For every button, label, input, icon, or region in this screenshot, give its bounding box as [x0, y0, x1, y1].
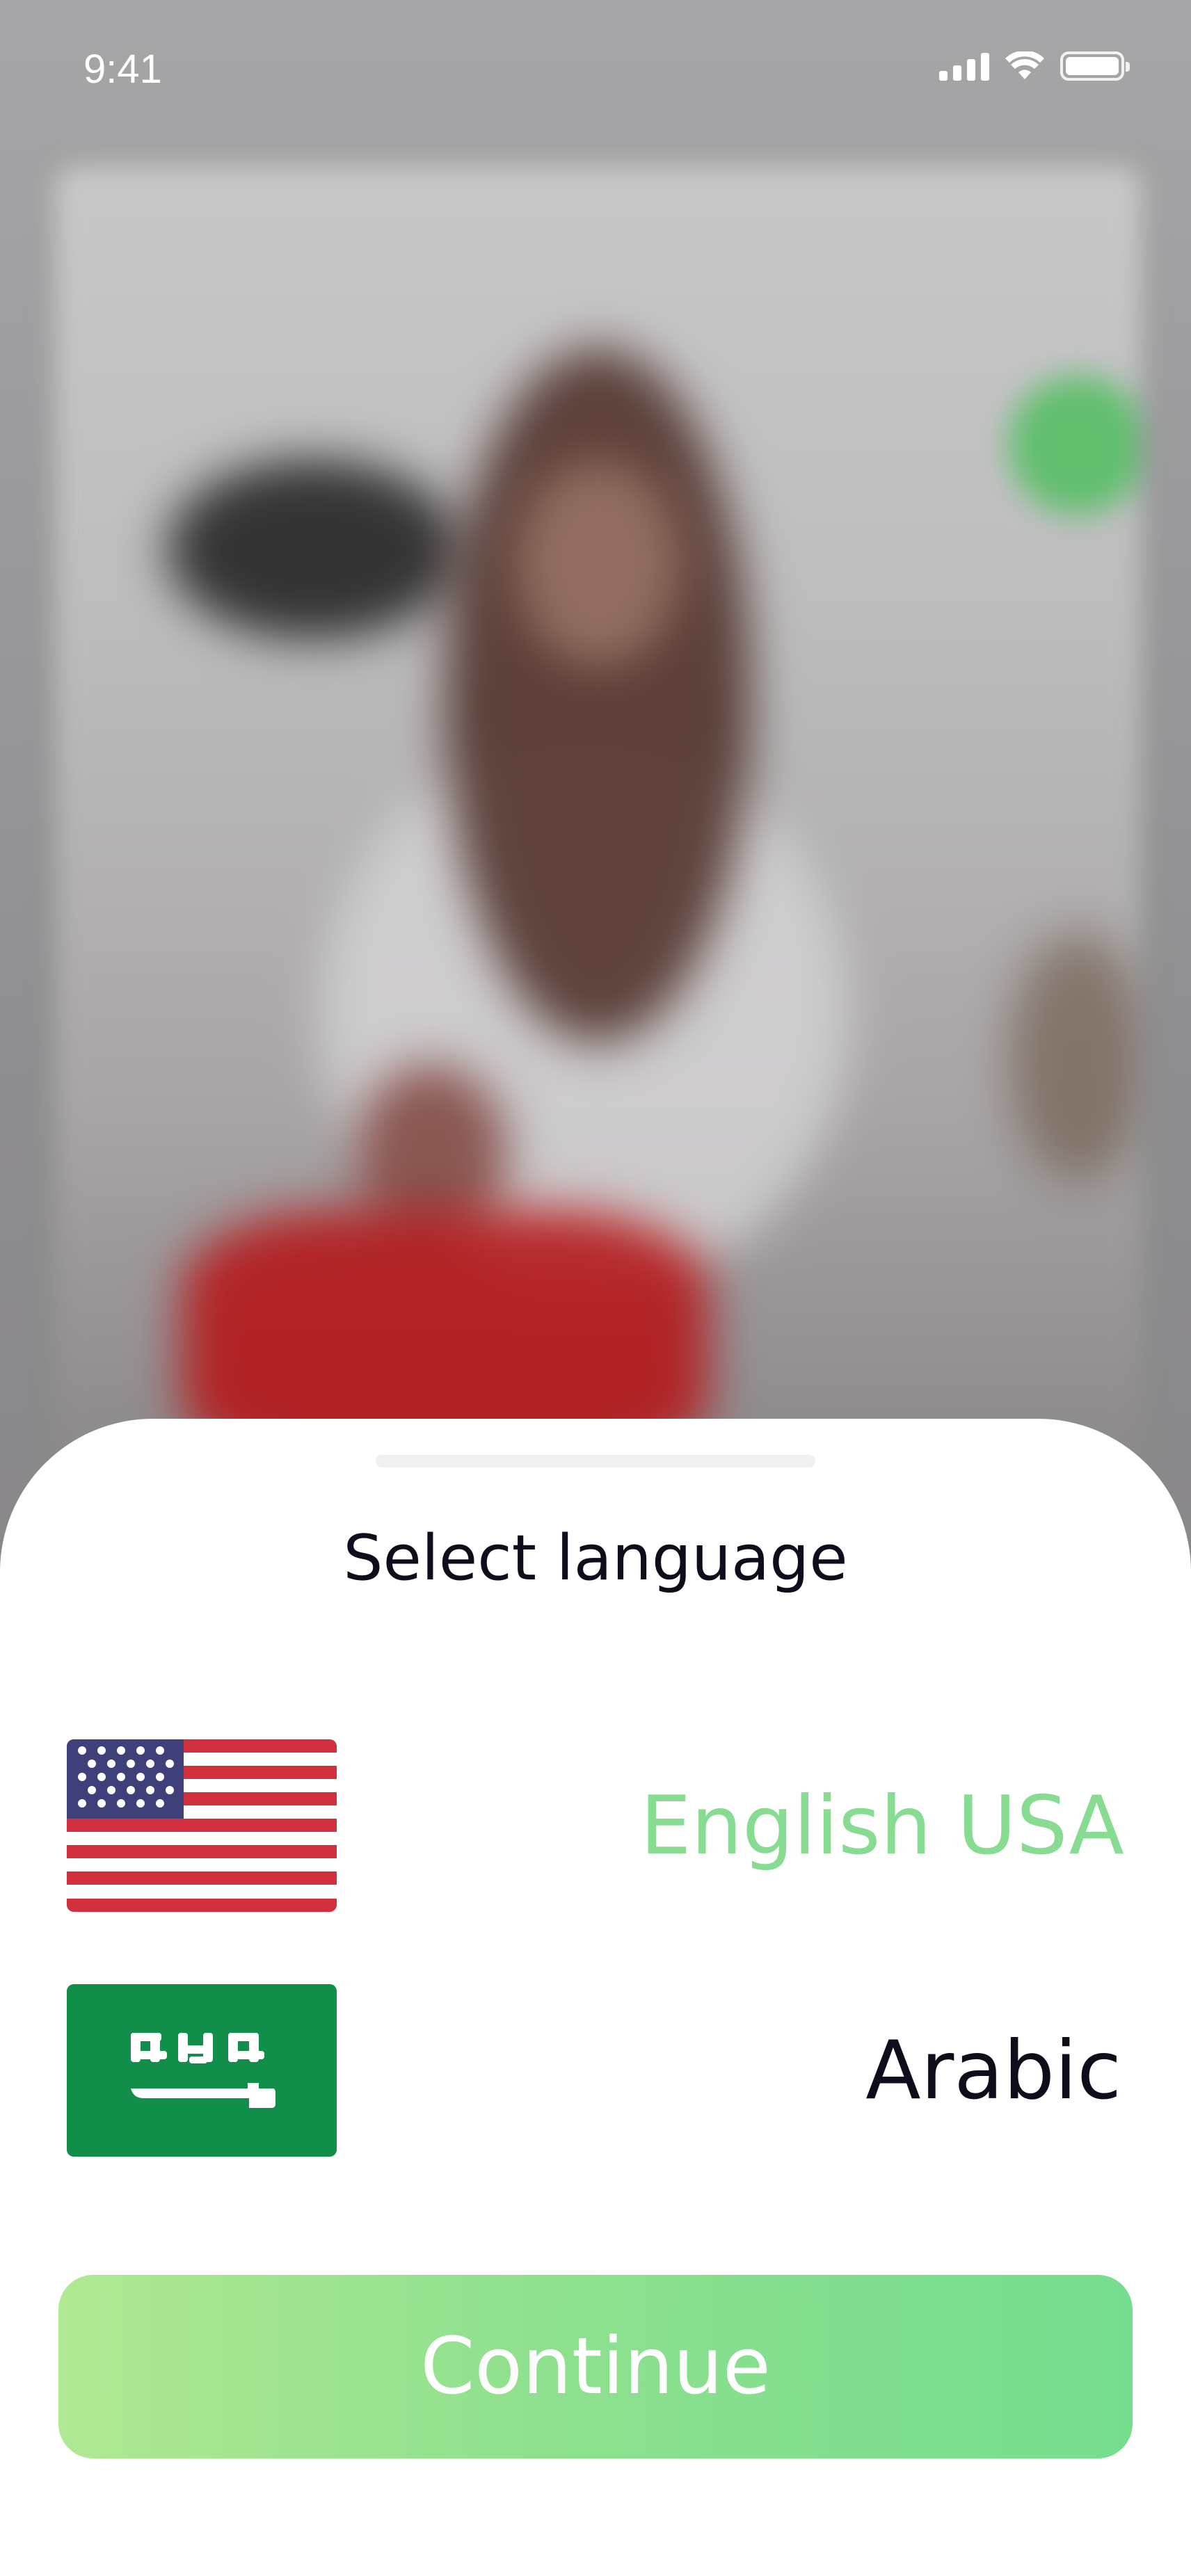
- language-label-arabic: Arabic: [865, 2023, 1121, 2118]
- green-dot-icon: [1009, 376, 1141, 515]
- cellular-signal-icon: [939, 51, 989, 81]
- continue-button[interactable]: Continue: [58, 2275, 1133, 2458]
- language-label-english-usa: English USA: [640, 1778, 1124, 1873]
- us-flag-icon: [67, 1739, 337, 1912]
- background-photo: [56, 167, 1141, 1488]
- status-bar: 9:41: [0, 0, 1191, 139]
- language-option-arabic[interactable]: Arabic: [67, 1983, 1124, 2157]
- sheet-title: Select language: [343, 1522, 848, 1595]
- sheet-drag-handle[interactable]: [376, 1455, 815, 1467]
- language-option-english-usa[interactable]: English USA: [67, 1739, 1124, 1913]
- status-time: 9:41: [83, 47, 162, 92]
- status-icons: [939, 51, 1130, 81]
- battery-icon: [1060, 51, 1130, 81]
- saudi-flag-icon: [67, 1984, 337, 2157]
- language-bottom-sheet: Select language English USA Arabic Conti…: [0, 1419, 1191, 2576]
- wifi-icon: [1005, 51, 1044, 79]
